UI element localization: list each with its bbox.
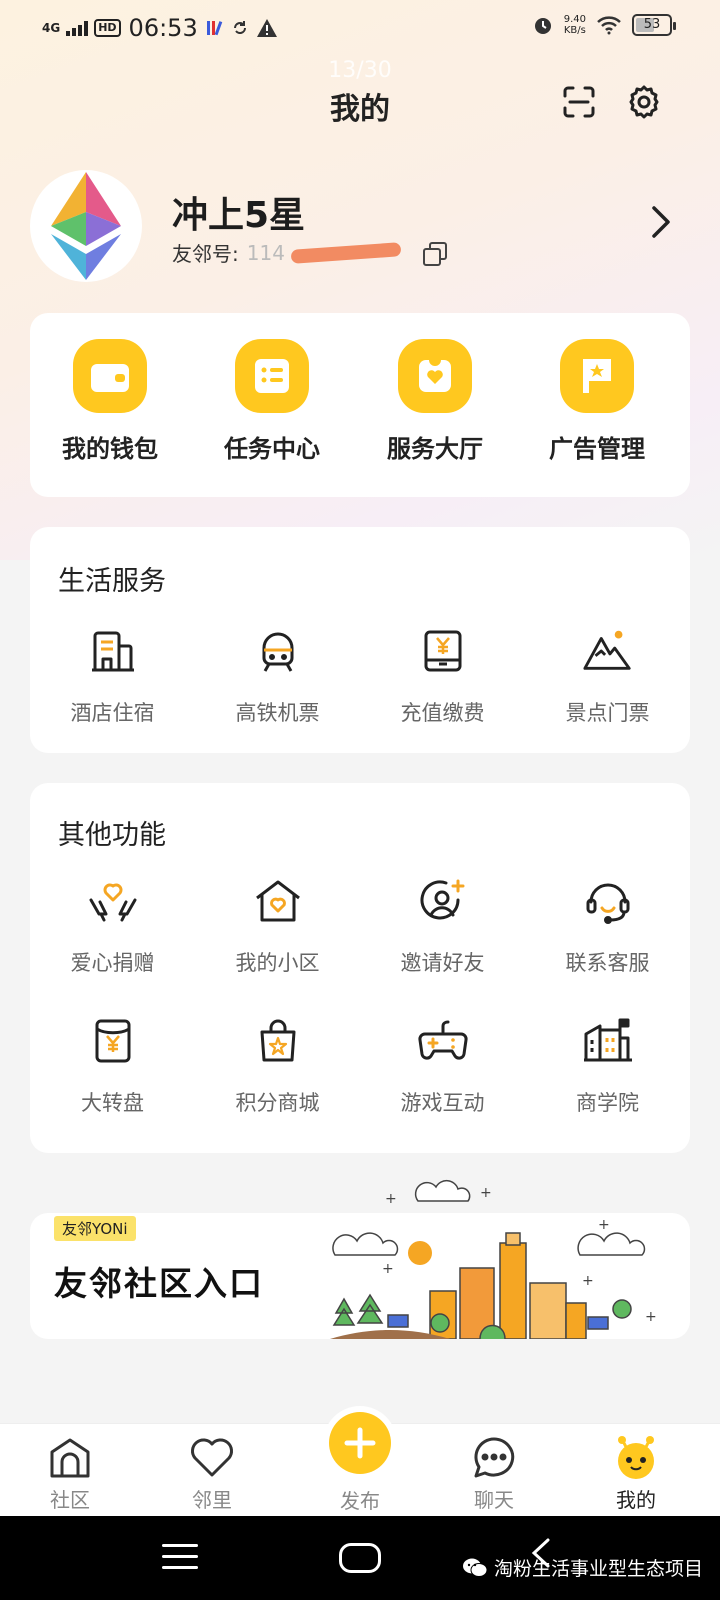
wechat-icon — [463, 1558, 488, 1577]
svg-text:+: + — [480, 1185, 492, 1201]
page-title: 我的 — [330, 92, 390, 127]
function-my-community[interactable]: 我的小区 — [195, 875, 360, 977]
quick-action-task-center[interactable]: 任务中心 — [192, 339, 352, 464]
heart-bag-icon — [398, 339, 472, 413]
scan-button[interactable] — [559, 82, 599, 122]
chat-icon — [434, 1432, 554, 1482]
svg-text:+: + — [385, 1191, 397, 1207]
invite-user-icon — [417, 875, 469, 927]
gear-icon — [629, 85, 659, 119]
mountain-icon — [582, 625, 634, 677]
svg-text:+: + — [382, 1261, 394, 1277]
function-business-school[interactable]: 商学院 — [525, 1015, 690, 1117]
function-lucky-wheel[interactable]: 大转盘 — [30, 1015, 195, 1117]
warning-icon — [256, 19, 277, 37]
chevron-right-icon — [652, 206, 670, 238]
flag-icon — [560, 339, 634, 413]
scan-icon — [563, 86, 595, 118]
other-functions-card: 其他功能 爱心捐赠 我的小区 邀请好友 联系客服 大转盘 积分商城 游戏互动 商… — [30, 783, 690, 1153]
watermark-text: 淘粉生活事业型生态项目 — [494, 1558, 704, 1580]
gamepad-icon — [417, 1015, 469, 1067]
plus-icon — [344, 1427, 376, 1459]
settings-button[interactable] — [624, 82, 664, 122]
home-button[interactable] — [339, 1543, 381, 1573]
service-scenic-tickets[interactable]: 景点门票 — [525, 625, 690, 727]
status-bar: 4G HD 06:53 9.40 KB/s 53 — [0, 0, 720, 56]
copy-icon[interactable] — [422, 241, 447, 266]
nav-tab-community[interactable]: 社区 — [10, 1432, 130, 1513]
banner-title: 友邻社区入口 — [54, 1264, 264, 1303]
city-illustration-icon: + + + + + + — [330, 1179, 675, 1339]
nav-tab-neighbors[interactable]: 邻里 — [152, 1432, 272, 1513]
page-counter: 13/30 — [328, 58, 392, 83]
function-customer-service[interactable]: 联系客服 — [525, 875, 690, 977]
profile-id-label: 友邻号: — [172, 242, 239, 266]
profile-id: 友邻号: 114 — [172, 238, 447, 267]
svg-text:+: + — [582, 1273, 594, 1289]
network-type: 4G — [42, 21, 61, 35]
alarm-icon — [534, 18, 551, 34]
quick-action-service-hall[interactable]: 服务大厅 — [355, 339, 515, 464]
community-entry-banner[interactable]: 友邻YONi 友邻社区入口 + + + + + + — [30, 1179, 690, 1339]
app-notification-icon — [206, 21, 222, 36]
heart-icon — [152, 1432, 272, 1482]
nav-tab-chat[interactable]: 聊天 — [434, 1432, 554, 1513]
banner-tag: 友邻YONi — [54, 1216, 136, 1241]
donation-icon — [87, 875, 139, 927]
building-flag-icon — [582, 1015, 634, 1067]
home-icon — [10, 1432, 130, 1482]
other-functions-title: 其他功能 — [58, 820, 166, 851]
signal-icon — [66, 20, 89, 36]
function-points-mall[interactable]: 积分商城 — [195, 1015, 360, 1117]
profile-name: 冲上5星 — [172, 195, 306, 236]
function-donation[interactable]: 爱心捐赠 — [30, 875, 195, 977]
hotel-icon — [87, 625, 139, 677]
service-train-flight[interactable]: 高铁机票 — [195, 625, 360, 727]
recharge-icon — [417, 625, 469, 677]
menu-icon[interactable] — [162, 1544, 198, 1577]
profile-detail-button[interactable] — [650, 205, 672, 243]
wallet-icon — [73, 339, 147, 413]
sync-icon — [233, 21, 246, 34]
quick-action-ad-management[interactable]: 广告管理 — [517, 339, 677, 464]
publish-button[interactable] — [329, 1412, 391, 1474]
shopping-bag-icon — [252, 1015, 304, 1067]
nav-tab-me[interactable]: 我的 — [576, 1432, 696, 1513]
function-game-interaction[interactable]: 游戏互动 — [360, 1015, 525, 1117]
status-time: 06:53 — [128, 14, 198, 42]
house-heart-icon — [252, 875, 304, 927]
task-list-icon — [235, 339, 309, 413]
quick-action-wallet[interactable]: 我的钱包 — [30, 339, 190, 464]
publish-label: 发布 — [340, 1489, 380, 1513]
headset-icon — [582, 875, 634, 927]
mascot-icon — [576, 1432, 696, 1482]
life-services-title: 生活服务 — [58, 566, 166, 597]
life-services-card: 生活服务 酒店住宿 高铁机票 充值缴费 景点门票 — [30, 527, 690, 753]
redaction-mark — [290, 241, 402, 264]
hd-badge: HD — [94, 19, 121, 37]
svg-text:+: + — [645, 1309, 657, 1325]
red-envelope-icon — [87, 1015, 139, 1067]
function-invite-friends[interactable]: 邀请好友 — [360, 875, 525, 977]
wifi-icon — [597, 16, 621, 35]
quick-actions-card: 我的钱包 任务中心 服务大厅 广告管理 — [30, 313, 690, 497]
service-hotel[interactable]: 酒店住宿 — [30, 625, 195, 727]
profile-id-value: 114 — [246, 240, 285, 265]
avatar[interactable] — [30, 170, 142, 282]
service-recharge[interactable]: 充值缴费 — [360, 625, 525, 727]
ethereum-logo-icon — [51, 172, 121, 280]
train-icon — [252, 625, 304, 677]
network-speed: 9.40 KB/s — [563, 14, 586, 36]
watermark: 淘粉生活事业型生态项目 — [462, 1554, 703, 1581]
svg-text:+: + — [598, 1217, 610, 1233]
battery-icon: 53 — [632, 14, 676, 36]
